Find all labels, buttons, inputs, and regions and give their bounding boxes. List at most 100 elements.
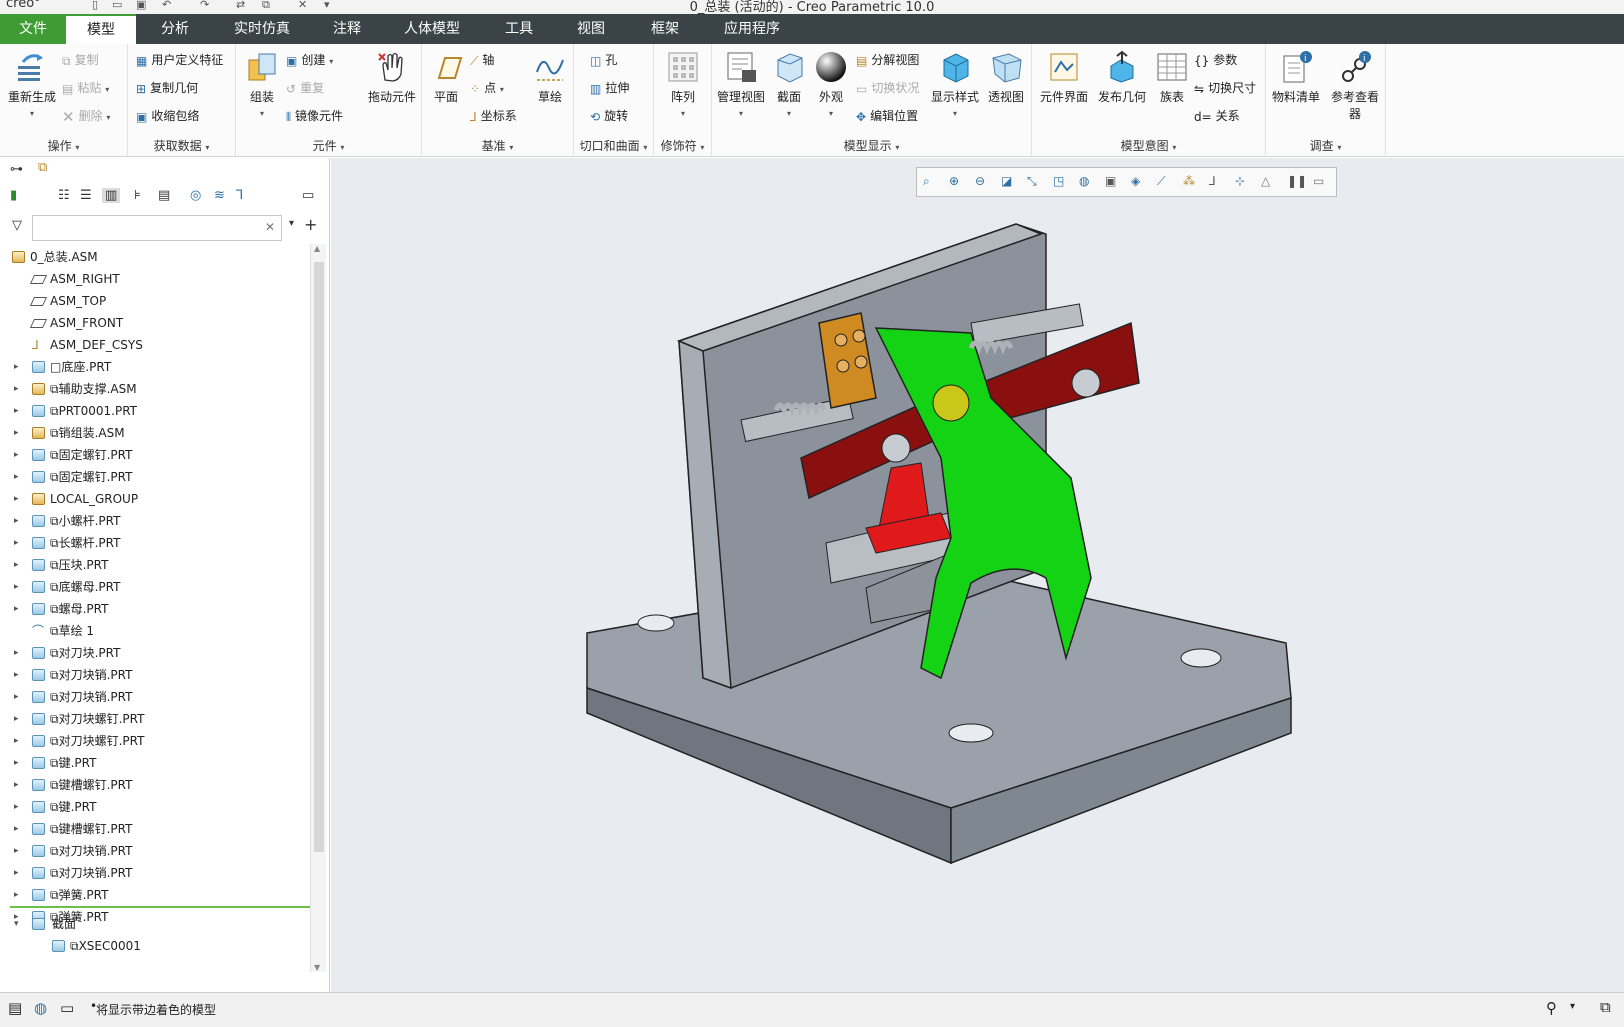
parameters-button[interactable]: {} 参数 <box>1194 50 1237 70</box>
tab-annotate[interactable]: 注释 <box>312 14 382 44</box>
display-style-icon[interactable]: ◈ <box>1131 174 1149 192</box>
clear-search-icon[interactable]: ✕ <box>265 220 275 234</box>
fullscreen-icon[interactable]: ▭ <box>60 999 74 1017</box>
tree-search-input[interactable]: ✕ <box>32 215 282 241</box>
tree-row[interactable]: ASM_FRONT <box>0 312 300 334</box>
tree-row[interactable]: ▸ ⧉长螺杆.PRT <box>0 532 300 554</box>
tree-row[interactable]: ASM_RIGHT <box>0 268 300 290</box>
csys-display-icon[interactable]: ⅃ <box>1209 174 1227 192</box>
group-title-datum[interactable]: 基准 ▾ <box>422 137 573 154</box>
expand-icon[interactable]: ▸ <box>14 400 19 422</box>
tree-row[interactable]: ▸ ⧉对刀块.PRT <box>0 642 300 664</box>
expand-icon[interactable]: ▸ <box>14 664 19 686</box>
tab-applications[interactable]: 应用程序 <box>712 14 792 44</box>
tree-row[interactable]: ▸ LOCAL_GROUP <box>0 488 300 510</box>
copy-button[interactable]: ⧉ 复制 <box>62 50 99 70</box>
model-tree-tab-icon[interactable]: ⊶ <box>10 162 23 177</box>
zoom-in-icon[interactable]: ⊕ <box>949 174 967 192</box>
tree-row[interactable]: ▸ ⧉对刀块销.PRT <box>0 686 300 708</box>
expand-icon[interactable]: ▸ <box>14 466 19 488</box>
tree-columns-icon[interactable]: ▥ <box>102 188 121 203</box>
add-filter-icon[interactable]: + <box>304 215 317 234</box>
tree-row[interactable]: ⌒ ⧉草绘 1 <box>0 620 300 642</box>
tree-row[interactable]: ▸ ⧉PRT0001.PRT <box>0 400 300 422</box>
expand-icon[interactable]: ▸ <box>14 488 19 510</box>
expand-icon[interactable]: ▸ <box>14 686 19 708</box>
tree-row[interactable]: ▸ ⧉键.PRT <box>0 796 300 818</box>
tree-sort-icon[interactable]: ⊧ <box>134 188 141 203</box>
toggle-status-button[interactable]: ▭ 切换状况 <box>856 78 919 98</box>
assemble-button[interactable]: 组装 ▾ <box>240 50 284 119</box>
manage-views-button[interactable]: 管理视图 ▾ <box>714 50 768 119</box>
tab-framework[interactable]: 框架 <box>630 14 700 44</box>
hole-button[interactable]: ◫ 孔 <box>590 50 617 70</box>
tree-row[interactable]: ▸ ⧉键.PRT <box>0 752 300 774</box>
tree-settings-icon[interactable]: ☷ <box>58 188 70 203</box>
expand-icon[interactable]: ▸ <box>14 796 19 818</box>
family-table-button[interactable]: 族表 <box>1152 50 1192 105</box>
tree-row-sections[interactable]: ▾ 截面 <box>0 913 300 935</box>
exploded-view-button[interactable]: ▤ 分解视图 <box>856 50 919 70</box>
expand-icon[interactable]: ▸ <box>14 642 19 664</box>
tree-row[interactable]: ▸ ⧉底螺母.PRT <box>0 576 300 598</box>
tab-file[interactable]: 文件 <box>0 14 66 44</box>
tab-manikin[interactable]: 人体模型 <box>392 14 472 44</box>
expand-icon[interactable]: ▸ <box>14 444 19 466</box>
scroll-down-icon[interactable]: ▼ <box>314 963 320 972</box>
tree-view-icon[interactable]: ▤ <box>158 188 170 203</box>
component-interface-button[interactable]: 元件界面 <box>1036 50 1092 105</box>
selection-filter-chevron-icon[interactable]: ▾ <box>1570 1001 1575 1012</box>
udf-button[interactable]: ▦ 用户定义特征 <box>136 50 223 70</box>
find-icon[interactable]: ⚲ <box>1546 999 1557 1017</box>
tree-row[interactable]: ▸ ⧉对刀块螺钉.PRT <box>0 708 300 730</box>
refit-icon[interactable]: ⌕ <box>923 174 941 192</box>
pause-icon[interactable]: ❚❚ <box>1287 174 1307 192</box>
group-title-operations[interactable]: 操作 ▾ <box>0 137 127 154</box>
tree-row[interactable]: ASM_TOP <box>0 290 300 312</box>
bom-button[interactable]: i 物料清单 <box>1268 50 1324 105</box>
expand-icon[interactable]: ▸ <box>14 774 19 796</box>
tree-row[interactable]: ▸ ⧉对刀块销.PRT <box>0 840 300 862</box>
scroll-up-icon[interactable]: ▲ <box>314 244 320 253</box>
tree-row-xsec0001[interactable]: ⧉XSEC0001 <box>0 935 300 957</box>
group-title-get-data[interactable]: 获取数据 ▾ <box>128 137 235 154</box>
pattern-button[interactable]: 阵列 ▾ <box>658 50 708 119</box>
display-style-button[interactable]: 显示样式 ▾ <box>928 50 982 119</box>
zoom-out-icon[interactable]: ⊖ <box>975 174 993 192</box>
plane-button[interactable]: 平面 <box>426 50 466 105</box>
tree-row[interactable]: ▸ ⧉固定螺钉.PRT <box>0 444 300 466</box>
spin-center-icon[interactable]: ⊹ <box>1235 174 1253 192</box>
delete-button[interactable]: ✕ 删除 ▾ <box>62 106 110 126</box>
tree-row[interactable]: ▸ ⧉销组装.ASM <box>0 422 300 444</box>
expand-icon[interactable]: ▸ <box>14 510 19 532</box>
tab-live-simulation[interactable]: 实时仿真 <box>222 14 302 44</box>
tree-row[interactable]: ▸ ⧉对刀块销.PRT <box>0 664 300 686</box>
point-button[interactable]: ⁘ 点 ▾ <box>470 78 504 98</box>
appearance-button[interactable]: 外观 ▾ <box>810 50 852 119</box>
expand-icon[interactable]: ▸ <box>14 378 19 400</box>
tree-scrollbar[interactable]: ▲ ▼ <box>310 244 326 972</box>
folder-browser-tab-icon[interactable]: ⧉ <box>38 160 47 175</box>
axis-button[interactable]: ⟋ 轴 <box>470 50 494 70</box>
tree-row[interactable]: ⅃ ASM_DEF_CSYS <box>0 334 300 356</box>
group-title-model-intent[interactable]: 模型意图 ▾ <box>1032 137 1265 154</box>
collapse-icon[interactable]: ▾ <box>14 913 19 935</box>
hierarchy-icon[interactable]: ⅂ <box>236 188 243 203</box>
reorient-icon[interactable]: ⤡ <box>1027 174 1045 192</box>
tree-row[interactable]: ▸ ⧉固定螺钉.PRT <box>0 466 300 488</box>
tree-row[interactable]: ▸ ⧉辅助支撑.ASM <box>0 378 300 400</box>
expand-icon[interactable]: ▸ <box>14 840 19 862</box>
group-title-investigate[interactable]: 调查 ▾ <box>1266 137 1385 154</box>
extrude-button[interactable]: ▥ 拉伸 <box>590 78 629 98</box>
sketch-button[interactable]: 草绘 <box>528 50 572 105</box>
tab-analysis[interactable]: 分析 <box>140 14 210 44</box>
tab-model[interactable]: 模型 <box>66 14 136 44</box>
tree-row[interactable]: ▸ ⧉键槽螺钉.PRT <box>0 774 300 796</box>
group-title-cuts-surfaces[interactable]: 切口和曲面 ▾ <box>574 137 653 154</box>
csys-button[interactable]: ⅃ 坐标系 <box>470 106 517 126</box>
repaint-icon[interactable]: ◪ <box>1001 174 1019 192</box>
tree-row[interactable]: 0_总装.ASM <box>0 246 300 268</box>
copy-geometry-button[interactable]: ⊞ 复制几何 <box>136 78 198 98</box>
group-title-component[interactable]: 元件 ▾ <box>236 137 421 154</box>
datum-points-icon[interactable]: ⁂ <box>1183 174 1201 192</box>
